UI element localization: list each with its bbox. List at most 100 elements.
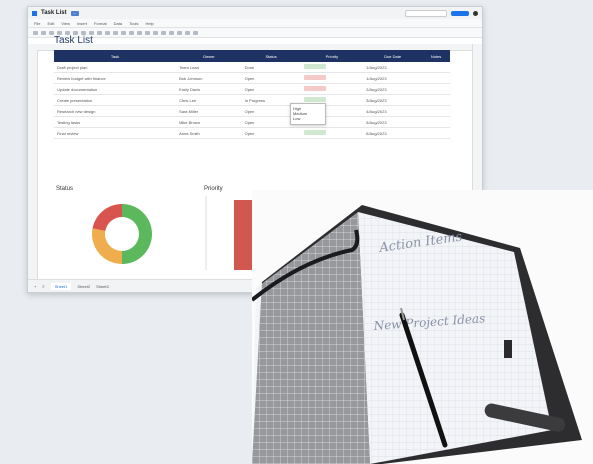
cell-owner[interactable]: Chris Lee <box>176 94 242 106</box>
table-row[interactable]: Create presentation Chris Lee In Progress 3… <box>54 94 450 106</box>
cell-notes[interactable] <box>422 83 450 95</box>
cell-task[interactable]: Review budget with finance <box>54 72 177 84</box>
link-icon[interactable] <box>161 30 166 35</box>
cell-notes[interactable] <box>422 94 450 106</box>
toolbar <box>28 27 482 38</box>
column-header-notes[interactable]: Notes <box>422 50 450 62</box>
cell-due-date[interactable]: 4/Aug/2023 <box>363 105 423 117</box>
table-row[interactable]: Update documentation Emily Davis Open 2/Aug… <box>54 83 450 95</box>
add-sheet-icon[interactable]: + <box>34 284 36 289</box>
cell-owner[interactable]: Mike Brown <box>176 116 242 128</box>
table-row[interactable]: Draft project plan Team Lead Done 1/Aug/202… <box>54 62 450 73</box>
menu-item-insert[interactable]: Insert <box>77 21 87 26</box>
menu-item-file[interactable]: File <box>34 21 40 26</box>
cell-status[interactable]: Open <box>241 127 301 139</box>
text-color-icon[interactable] <box>113 30 118 35</box>
cell-notes[interactable] <box>422 127 450 139</box>
fill-color-icon[interactable] <box>121 30 126 35</box>
cell-due-date[interactable]: 2/Aug/2023 <box>363 83 423 95</box>
comment-icon[interactable] <box>169 30 174 35</box>
tab-sheet3[interactable]: Sheet3 <box>96 284 109 289</box>
search-box[interactable] <box>405 9 447 17</box>
cell-owner[interactable]: Anna Smith <box>176 127 242 139</box>
share-badge[interactable]: ··· <box>70 10 79 16</box>
borders-icon[interactable] <box>129 30 134 35</box>
cell-due-date[interactable]: 6/Aug/2023 <box>363 127 423 139</box>
menu-item-data[interactable]: Data <box>114 21 122 26</box>
dropdown-option[interactable]: Low <box>293 116 323 121</box>
status-donut-chart[interactable] <box>86 198 158 270</box>
cell-due-date[interactable]: 5/Aug/2023 <box>363 116 423 128</box>
cell-status[interactable]: Open <box>241 83 301 95</box>
cell-task[interactable]: Final review <box>54 127 177 139</box>
priority-pill <box>303 130 326 135</box>
column-header-status[interactable]: Status <box>241 50 301 62</box>
column-header-owner[interactable]: Owner <box>176 50 242 62</box>
share-button[interactable] <box>451 10 469 16</box>
chart-bar[interactable] <box>234 200 252 270</box>
cell-owner[interactable]: Emily Davis <box>176 83 242 95</box>
column-header-due-date[interactable]: Due Date <box>363 50 423 62</box>
print-icon[interactable] <box>49 30 54 35</box>
cell-status[interactable]: Done <box>241 62 301 73</box>
cell-status[interactable]: Open <box>241 72 301 84</box>
cell-notes[interactable] <box>422 116 450 128</box>
merge-icon[interactable] <box>137 30 142 35</box>
italic-icon[interactable] <box>105 30 110 35</box>
cell-priority[interactable] <box>300 62 364 73</box>
avatar[interactable] <box>473 10 478 16</box>
cell-task[interactable]: Update documentation <box>54 83 177 95</box>
table-row[interactable]: Final review Anna Smith Open 6/Aug/2023 <box>54 127 450 139</box>
function-icon[interactable] <box>193 30 198 35</box>
table-row[interactable]: Research new design Sara Miller Open 4/Aug/… <box>54 105 450 117</box>
cell-priority[interactable] <box>300 72 364 84</box>
undo-icon[interactable] <box>33 30 38 35</box>
filter-icon[interactable] <box>185 30 190 35</box>
cell-task[interactable]: Draft project plan <box>54 62 177 73</box>
redo-icon[interactable] <box>41 30 46 35</box>
cell-task[interactable]: Create presentation <box>54 94 177 106</box>
tab-sheet1[interactable]: Sheet1 <box>50 282 72 290</box>
cell-priority[interactable] <box>300 83 364 95</box>
tab-sheet2[interactable]: Sheet2 <box>77 284 90 289</box>
cell-notes[interactable] <box>422 62 450 73</box>
table-row[interactable]: Testing tasks Mike Brown Open 5/Aug/2023 <box>54 116 450 128</box>
percent-icon[interactable] <box>81 30 86 35</box>
menu-item-tools[interactable]: Tools <box>129 21 138 26</box>
column-header-task[interactable]: Task <box>54 50 177 62</box>
sheet-list-icon[interactable]: ≡ <box>42 284 44 289</box>
cell-notes[interactable] <box>422 72 450 84</box>
notebook-photo: Action Items New Project Ideas <box>252 190 593 464</box>
currency-icon[interactable] <box>73 30 78 35</box>
menu-item-help[interactable]: Help <box>145 21 153 26</box>
doc-title[interactable]: Task List <box>41 10 67 16</box>
bold-icon[interactable] <box>97 30 102 35</box>
cell-task[interactable]: Research new design <box>54 105 177 117</box>
menu-item-view[interactable]: View <box>61 21 70 26</box>
donut-slice[interactable] <box>92 228 122 264</box>
row-headers[interactable] <box>28 44 38 280</box>
cell-priority[interactable] <box>300 127 364 139</box>
cell-owner[interactable]: Sara Miller <box>176 105 242 117</box>
cell-due-date[interactable]: 3/Aug/2023 <box>363 94 423 106</box>
cell-owner[interactable]: Bob Johnson <box>176 72 242 84</box>
menu-item-format[interactable]: Format <box>94 21 107 26</box>
zoom-icon[interactable] <box>65 30 70 35</box>
priority-bar-chart[interactable] <box>204 194 254 274</box>
chart-icon[interactable] <box>177 30 182 35</box>
donut-slice[interactable] <box>92 204 122 231</box>
cell-notes[interactable] <box>422 105 450 117</box>
column-header-priority[interactable]: Priority <box>300 50 364 62</box>
cell-task[interactable]: Testing tasks <box>54 116 177 128</box>
table-row[interactable]: Review budget with finance Bob Johnson Ope… <box>54 72 450 84</box>
wrap-icon[interactable] <box>153 30 158 35</box>
cell-owner[interactable]: Team Lead <box>176 62 242 73</box>
donut-slice[interactable] <box>122 204 152 264</box>
paint-format-icon[interactable] <box>57 30 62 35</box>
priority-dropdown[interactable]: High Medium Low <box>290 103 326 125</box>
cell-due-date[interactable]: 1/Aug/2023 <box>363 62 423 73</box>
font-icon[interactable] <box>89 30 94 35</box>
align-icon[interactable] <box>145 30 150 35</box>
menu-item-edit[interactable]: Edit <box>47 21 54 26</box>
cell-due-date[interactable]: 1/Aug/2023 <box>363 72 423 84</box>
